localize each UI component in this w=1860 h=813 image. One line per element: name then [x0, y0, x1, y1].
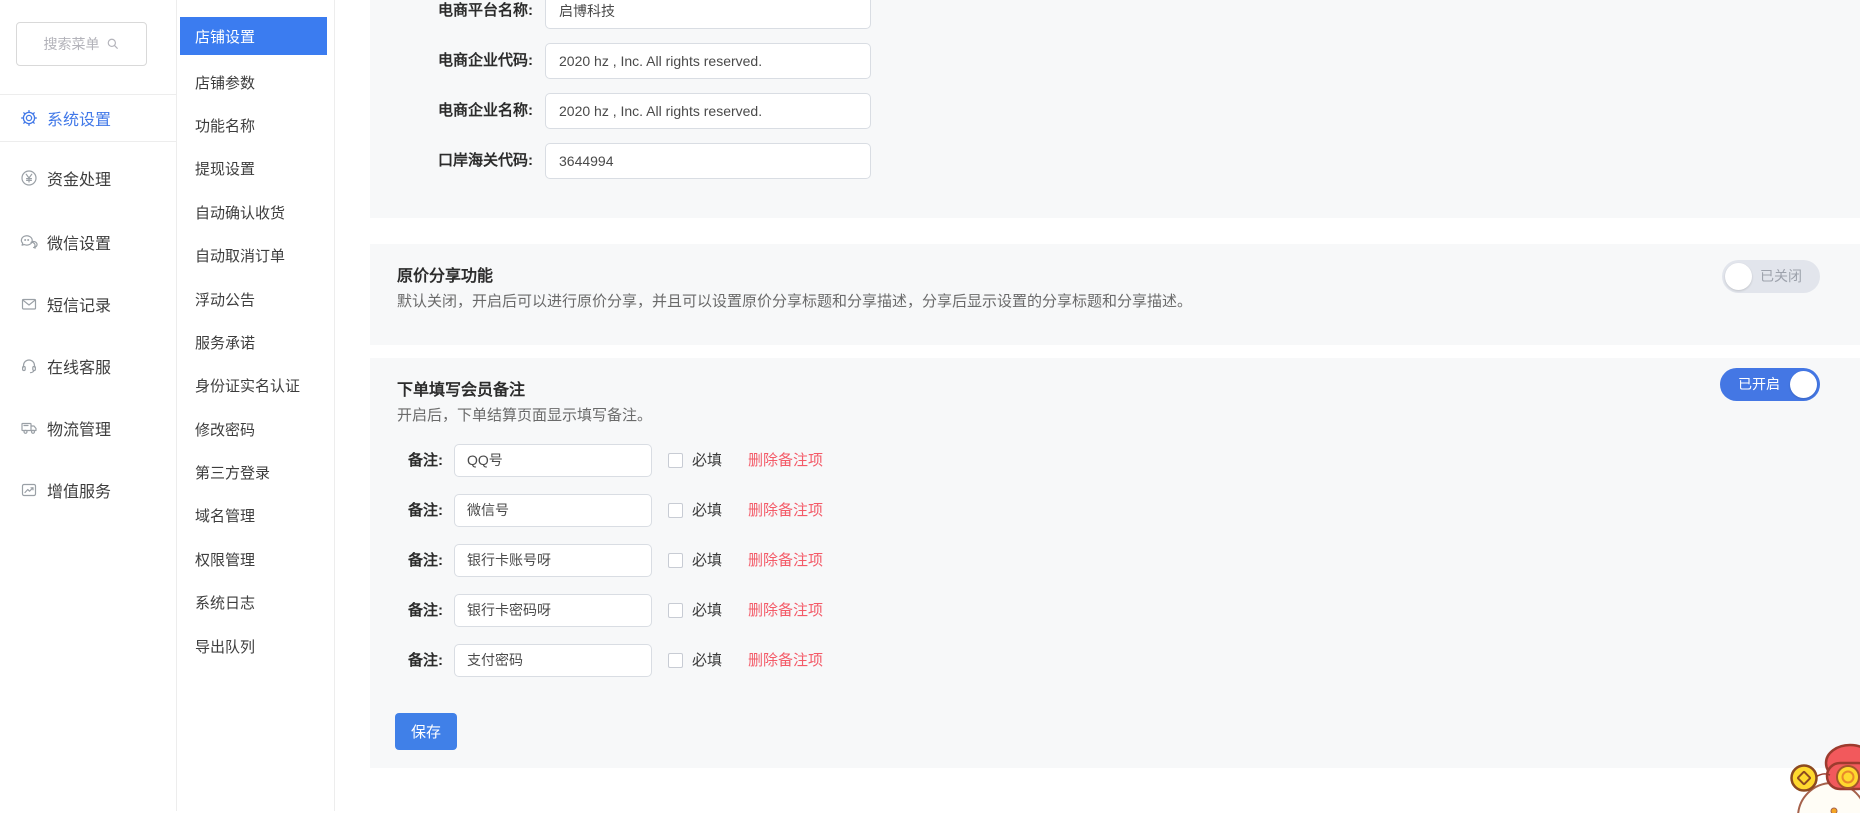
submenu-list: 店铺设置 店铺参数 功能名称 提现设置 自动确认收货 自动取消订单 浮动公告 服…	[177, 17, 335, 668]
field-label-customs-code: 口岸海关代码:	[410, 143, 533, 179]
toggle-knob	[1790, 371, 1817, 398]
remark-input[interactable]: 微信号	[454, 494, 652, 527]
search-input[interactable]: 搜索菜单	[16, 22, 147, 66]
remark-label: 备注:	[408, 494, 443, 527]
sidebar-item-label: 短信记录	[47, 292, 111, 316]
sidebar-item-label: 微信设置	[47, 230, 111, 254]
required-label: 必填	[692, 444, 722, 477]
toggle-label: 已关闭	[1760, 260, 1802, 293]
enterprise-name-input[interactable]: 2020 hz , Inc. All rights reserved.	[545, 93, 871, 129]
order-remarks-description: 开启后，下单结算页面显示填写备注。	[397, 404, 652, 425]
gear-icon	[20, 109, 38, 127]
delete-remark-link[interactable]: 删除备注项	[748, 494, 823, 527]
delete-remark-link[interactable]: 删除备注项	[748, 544, 823, 577]
submenu-item-third-party-login[interactable]: 第三方登录	[177, 451, 335, 494]
delete-remark-link[interactable]: 删除备注项	[748, 594, 823, 627]
submenu-item-withdraw-settings[interactable]: 提现设置	[177, 147, 335, 190]
remark-row: 备注: 微信号 必填 删除备注项	[370, 494, 1860, 527]
required-label: 必填	[692, 494, 722, 527]
remark-input[interactable]: 银行卡账号呀	[454, 544, 652, 577]
price-share-toggle[interactable]: 已关闭	[1722, 260, 1820, 293]
sidebar-item-value-added[interactable]: 增值服务	[0, 466, 177, 514]
required-checkbox[interactable]	[668, 503, 683, 518]
required-label: 必填	[692, 644, 722, 677]
sidebar-item-funds[interactable]: 资金处理	[0, 154, 177, 202]
platform-name-input[interactable]: 启博科技	[545, 0, 871, 29]
order-remarks-toggle[interactable]: 已开启	[1720, 368, 1820, 401]
red-envelope-mascot	[1772, 737, 1860, 813]
shop-info-card: 电商平台名称: 启博科技 电商企业代码: 2020 hz , Inc. All …	[370, 0, 1860, 218]
sidebar-item-wechat[interactable]: 微信设置	[0, 218, 177, 266]
required-label: 必填	[692, 544, 722, 577]
submenu-item-auto-cancel[interactable]: 自动取消订单	[177, 234, 335, 277]
secondary-sidebar: 店铺设置 店铺参数 功能名称 提现设置 自动确认收货 自动取消订单 浮动公告 服…	[177, 0, 335, 811]
price-share-card: 原价分享功能 默认关闭，开启后可以进行原价分享，并且可以设置原价分享标题和分享描…	[370, 244, 1860, 345]
field-label-enterprise-name: 电商企业名称:	[410, 93, 533, 129]
sidebar-item-label: 在线客服	[47, 354, 111, 378]
order-remarks-card: 下单填写会员备注 开启后，下单结算页面显示填写备注。 已开启 备注: QQ号 必…	[370, 358, 1860, 768]
sidebar-item-sms[interactable]: 短信记录	[0, 280, 177, 328]
remark-label: 备注:	[408, 594, 443, 627]
remark-input[interactable]: 银行卡密码呀	[454, 594, 652, 627]
field-label-platform-name: 电商平台名称:	[410, 0, 533, 29]
toggle-label: 已开启	[1738, 368, 1780, 401]
sidebar-item-logistics[interactable]: 物流管理	[0, 404, 177, 452]
delete-remark-link[interactable]: 删除备注项	[748, 444, 823, 477]
price-share-title: 原价分享功能	[397, 262, 493, 286]
trend-chart-icon	[20, 481, 38, 499]
main-content: 电商平台名称: 启博科技 电商企业代码: 2020 hz , Inc. All …	[335, 0, 1860, 811]
submenu-item-floating-notice[interactable]: 浮动公告	[177, 277, 335, 320]
remark-input[interactable]: 支付密码	[454, 644, 652, 677]
submenu-item-auto-confirm[interactable]: 自动确认收货	[177, 191, 335, 234]
remark-label: 备注:	[408, 544, 443, 577]
remark-input[interactable]: QQ号	[454, 444, 652, 477]
submenu-item-domain-management[interactable]: 域名管理	[177, 494, 335, 537]
submenu-item-id-verification[interactable]: 身份证实名认证	[177, 364, 335, 407]
submenu-item-system-logs[interactable]: 系统日志	[177, 581, 335, 624]
search-icon	[106, 37, 120, 51]
submenu-item-change-password[interactable]: 修改密码	[177, 408, 335, 451]
price-share-description: 默认关闭，开启后可以进行原价分享，并且可以设置原价分享标题和分享描述，分享后显示…	[397, 290, 1192, 311]
customs-code-input[interactable]: 3644994	[545, 143, 871, 179]
required-checkbox[interactable]	[668, 553, 683, 568]
remark-row: 备注: QQ号 必填 删除备注项	[370, 444, 1860, 477]
required-checkbox[interactable]	[668, 653, 683, 668]
required-checkbox[interactable]	[668, 603, 683, 618]
remark-label: 备注:	[408, 644, 443, 677]
enterprise-code-input[interactable]: 2020 hz , Inc. All rights reserved.	[545, 43, 871, 79]
yuan-coin-icon	[20, 169, 38, 187]
submenu-item-shop-settings[interactable]: 店铺设置	[180, 17, 327, 55]
remark-row: 备注: 支付密码 必填 删除备注项	[370, 644, 1860, 677]
envelope-icon	[20, 295, 38, 313]
submenu-item-permission-management[interactable]: 权限管理	[177, 538, 335, 581]
required-checkbox[interactable]	[668, 453, 683, 468]
sidebar-item-label: 增值服务	[47, 478, 111, 502]
submenu-item-service-promise[interactable]: 服务承诺	[177, 321, 335, 364]
sidebar-item-customer-service[interactable]: 在线客服	[0, 342, 177, 390]
submenu-item-feature-names[interactable]: 功能名称	[177, 104, 335, 147]
sidebar-item-system-settings[interactable]: 系统设置	[0, 94, 177, 142]
delete-remark-link[interactable]: 删除备注项	[748, 644, 823, 677]
wechat-icon	[20, 233, 38, 251]
search-placeholder: 搜索菜单	[44, 34, 100, 54]
sidebar-item-label: 资金处理	[47, 166, 111, 190]
remark-row: 备注: 银行卡密码呀 必填 删除备注项	[370, 594, 1860, 627]
remark-label: 备注:	[408, 444, 443, 477]
required-label: 必填	[692, 594, 722, 627]
save-button[interactable]: 保存	[395, 713, 457, 750]
sidebar-item-label: 系统设置	[47, 106, 111, 130]
submenu-item-export-queue[interactable]: 导出队列	[177, 624, 335, 667]
headset-icon	[20, 357, 38, 375]
toggle-knob	[1725, 263, 1752, 290]
sidebar-item-label: 物流管理	[47, 416, 111, 440]
primary-sidebar: 搜索菜单 系统设置 资金处理 微信设置 短信	[0, 0, 177, 811]
submenu-item-shop-params[interactable]: 店铺参数	[177, 60, 335, 103]
truck-icon	[20, 419, 38, 437]
order-remarks-title: 下单填写会员备注	[397, 376, 525, 400]
remark-row: 备注: 银行卡账号呀 必填 删除备注项	[370, 544, 1860, 577]
field-label-enterprise-code: 电商企业代码:	[410, 43, 533, 79]
